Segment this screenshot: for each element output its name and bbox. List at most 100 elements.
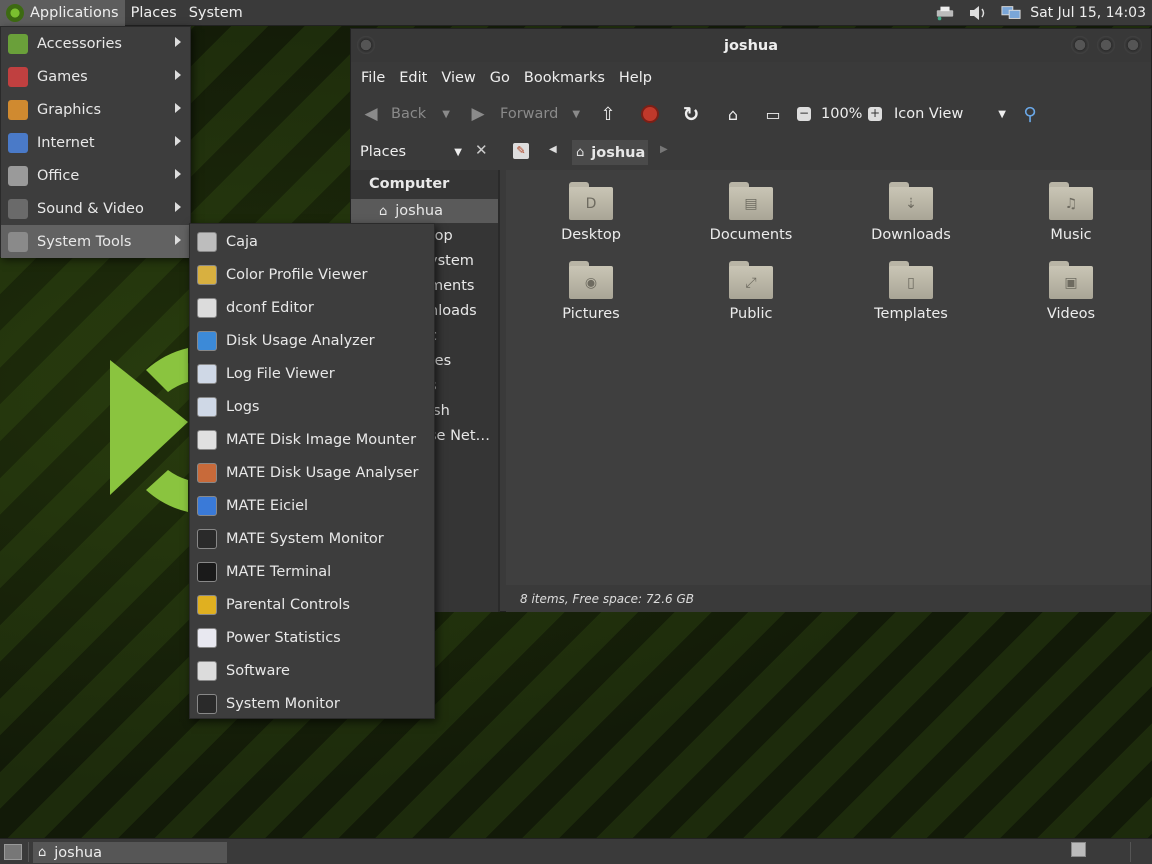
path-forward-arrow-icon[interactable]: ▶ bbox=[660, 144, 668, 155]
menu-bar: File Edit View Go Bookmarks Help bbox=[351, 62, 1151, 94]
file-item[interactable]: ⤢ Public bbox=[686, 261, 816, 341]
menu-item-mate-disk-image-mounter[interactable]: MATE Disk Image Mounter bbox=[190, 423, 434, 456]
sidebar-item[interactable]: ⌂ joshua bbox=[351, 199, 498, 223]
folder-emblem-icon: ◉ bbox=[584, 274, 598, 291]
file-label: Videos bbox=[1046, 306, 1096, 322]
menu-item-system-monitor[interactable]: System Monitor bbox=[190, 687, 434, 720]
sidebar-selector[interactable]: Places ▼ bbox=[355, 139, 468, 165]
title-bar[interactable]: joshua bbox=[351, 29, 1151, 62]
menu-item-disk-usage-analyzer[interactable]: Disk Usage Analyzer bbox=[190, 324, 434, 357]
file-item[interactable]: ⇣ Downloads bbox=[846, 182, 976, 262]
graphics-icon bbox=[8, 99, 28, 120]
back-history-chevron-icon[interactable]: ▼ bbox=[442, 109, 450, 120]
menu-item-label: Logs bbox=[226, 398, 260, 415]
office-icon bbox=[8, 165, 28, 186]
maximize-button[interactable] bbox=[1097, 36, 1115, 54]
computer-button[interactable]: ▭ bbox=[763, 94, 783, 134]
menu-item-caja[interactable]: Caja bbox=[190, 225, 434, 258]
caja-icon bbox=[197, 231, 217, 252]
view-mode-select[interactable]: Icon View ▼ bbox=[894, 94, 1006, 134]
close-sidebar-icon[interactable]: ✕ bbox=[475, 141, 488, 159]
power-statistics-icon bbox=[197, 627, 217, 648]
menu-help[interactable]: Help bbox=[612, 70, 659, 86]
panel-separator bbox=[1130, 842, 1131, 862]
places-menu-button[interactable]: Places bbox=[125, 0, 183, 26]
zoom-in-button[interactable]: + bbox=[868, 94, 882, 134]
menu-item-mate-terminal[interactable]: MATE Terminal bbox=[190, 555, 434, 588]
minimize-button[interactable] bbox=[1071, 36, 1089, 54]
menu-item-log-file-viewer[interactable]: Log File Viewer bbox=[190, 357, 434, 390]
folder-emblem-icon: ⤢ bbox=[745, 274, 757, 291]
printer-icon[interactable] bbox=[935, 5, 955, 21]
menu-go[interactable]: Go bbox=[483, 70, 517, 86]
up-button[interactable]: ⇧ bbox=[598, 94, 618, 134]
menu-item-software[interactable]: Software bbox=[190, 654, 434, 687]
menu-item-color-profile-viewer[interactable]: Color Profile Viewer bbox=[190, 258, 434, 291]
file-item[interactable]: ▣ Videos bbox=[1006, 261, 1136, 341]
network-icon[interactable] bbox=[1001, 5, 1021, 21]
public-folder-icon: ⤢ bbox=[729, 261, 773, 299]
submenu-arrow-icon bbox=[175, 169, 181, 179]
back-button[interactable]: ◀ Back ▼ bbox=[361, 94, 450, 134]
menu-item-mate-eiciel[interactable]: MATE Eiciel bbox=[190, 489, 434, 522]
menu-item-mate-system-monitor[interactable]: MATE System Monitor bbox=[190, 522, 434, 555]
menu-item-power-statistics[interactable]: Power Statistics bbox=[190, 621, 434, 654]
sidebar-heading: Computer bbox=[369, 176, 450, 192]
menu-view[interactable]: View bbox=[434, 70, 482, 86]
close-button[interactable] bbox=[1124, 36, 1142, 54]
reload-button[interactable]: ↻ bbox=[681, 94, 701, 134]
system-menu-button[interactable]: System bbox=[183, 0, 249, 26]
search-button[interactable]: ⚲ bbox=[1020, 94, 1040, 134]
menu-item-sound-video[interactable]: Sound & Video bbox=[1, 192, 190, 225]
menu-item-label: MATE Eiciel bbox=[226, 497, 309, 514]
taskbar-button[interactable]: ⌂ joshua bbox=[33, 842, 227, 863]
menu-bookmarks[interactable]: Bookmarks bbox=[517, 70, 612, 86]
disk-analyser-icon bbox=[197, 462, 217, 483]
file-item[interactable]: ▤ Documents bbox=[686, 182, 816, 262]
submenu-arrow-icon bbox=[175, 202, 181, 212]
window-menu-icon[interactable] bbox=[357, 36, 375, 54]
applications-menu-button[interactable]: Applications bbox=[0, 0, 125, 26]
menu-item-label: Color Profile Viewer bbox=[226, 266, 368, 283]
path-button-home[interactable]: ⌂ joshua bbox=[572, 140, 648, 165]
forward-button[interactable]: ▶ Forward ▼ bbox=[468, 94, 580, 134]
menu-item-mate-disk-usage-analyser[interactable]: MATE Disk Usage Analyser bbox=[190, 456, 434, 489]
edit-location-icon[interactable]: ✎ bbox=[513, 143, 529, 159]
games-icon bbox=[8, 66, 28, 87]
magnifier-icon bbox=[197, 363, 217, 384]
menu-item-system-tools[interactable]: System Tools bbox=[1, 225, 190, 258]
volume-icon[interactable] bbox=[968, 5, 988, 21]
menu-item-accessories[interactable]: Accessories bbox=[1, 27, 190, 60]
file-item[interactable]: ◉ Pictures bbox=[526, 261, 656, 341]
file-item[interactable]: D Desktop bbox=[526, 182, 656, 262]
zoom-level[interactable]: 100% bbox=[821, 94, 862, 134]
workspace-switcher[interactable] bbox=[1071, 842, 1086, 857]
menu-item-parental-controls[interactable]: Parental Controls bbox=[190, 588, 434, 621]
file-item[interactable]: ♫ Music bbox=[1006, 182, 1136, 262]
menu-file[interactable]: File bbox=[354, 70, 392, 86]
zoom-out-button[interactable]: − bbox=[797, 94, 811, 134]
menu-item-office[interactable]: Office bbox=[1, 159, 190, 192]
top-panel: Applications Places System Sat Jul 15, 1… bbox=[0, 0, 1152, 26]
system-tools-submenu: Caja Color Profile Viewer dconf Editor Disk… bbox=[189, 223, 435, 719]
path-back-arrow-icon[interactable]: ◀ bbox=[549, 144, 557, 155]
disk-mounter-icon bbox=[197, 429, 217, 450]
sidebar-selector-value: Places bbox=[360, 144, 407, 160]
menu-item-graphics[interactable]: Graphics bbox=[1, 93, 190, 126]
clock[interactable]: Sat Jul 15, 14:03 bbox=[1026, 5, 1152, 21]
back-arrow-icon: ◀ bbox=[364, 104, 378, 124]
menu-item-logs[interactable]: Logs bbox=[190, 390, 434, 423]
taskbar-label: joshua bbox=[54, 844, 102, 861]
menu-item-internet[interactable]: Internet bbox=[1, 126, 190, 159]
forward-history-chevron-icon[interactable]: ▼ bbox=[572, 109, 580, 120]
menu-item-games[interactable]: Games bbox=[1, 60, 190, 93]
home-icon: ⌂ bbox=[727, 104, 739, 124]
home-button[interactable]: ⌂ bbox=[723, 94, 743, 134]
stop-button[interactable] bbox=[640, 94, 660, 134]
show-desktop-icon[interactable] bbox=[4, 844, 22, 860]
menu-edit[interactable]: Edit bbox=[392, 70, 434, 86]
submenu-arrow-icon bbox=[175, 235, 181, 245]
menu-item-dconf-editor[interactable]: dconf Editor bbox=[190, 291, 434, 324]
file-item[interactable]: ▯ Templates bbox=[846, 261, 976, 341]
menu-item-label: Log File Viewer bbox=[226, 365, 335, 382]
